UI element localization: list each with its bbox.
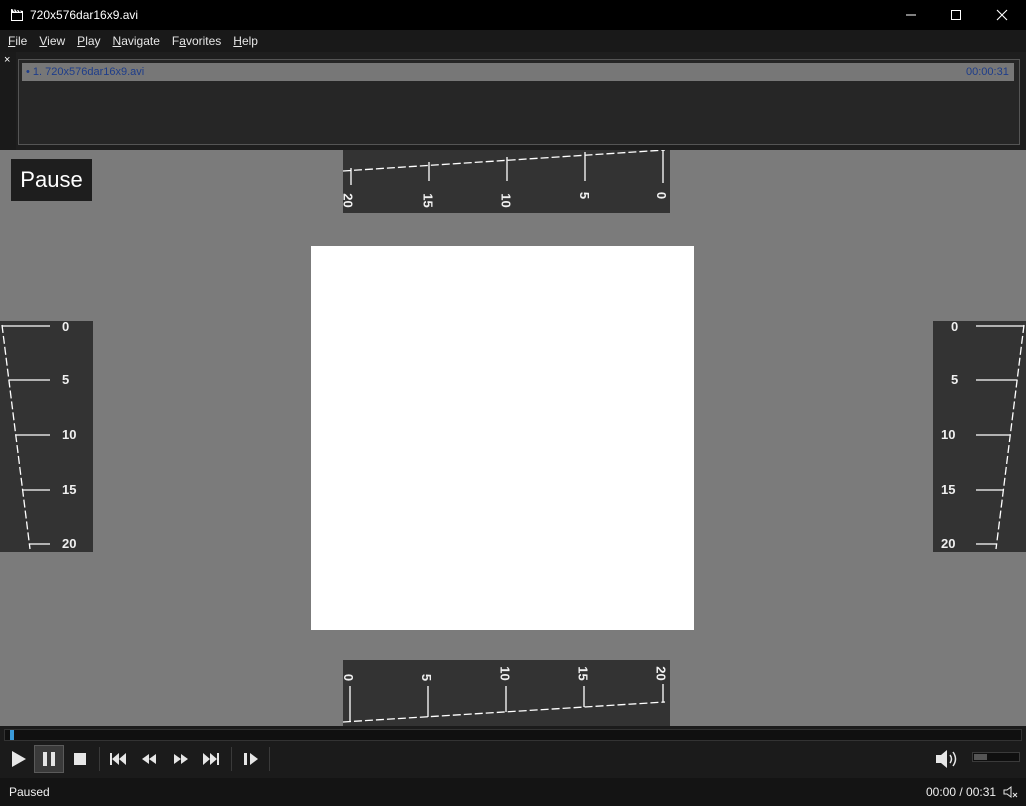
menu-bar: File View Play Navigate Favorites Help [0, 30, 1026, 52]
seek-track[interactable] [4, 729, 1022, 741]
playlist-close-button[interactable]: × [4, 55, 10, 66]
toolbar-separator [269, 747, 270, 771]
playlist-item-title: • 1. 720x576dar16x9.avi [26, 66, 145, 78]
ruler-top-label: 15 [420, 193, 436, 208]
ruler-left-label: 15 [62, 482, 77, 497]
time-display: 00:00 / 00:31 [926, 785, 997, 799]
ruler-right: 0 5 10 15 20 [933, 319, 1026, 552]
menu-file[interactable]: File [0, 30, 33, 52]
volume-icon [936, 750, 957, 768]
frame-step-icon [244, 753, 258, 765]
playlist-item[interactable] [22, 63, 1014, 81]
skip-previous-icon [110, 753, 126, 765]
playlist-dock-grip[interactable] [0, 52, 16, 150]
video-display[interactable]: Pause 20 15 10 5 0 0 5 10 15 20 0 5 10 1… [0, 150, 1026, 726]
ruler-left-label: 20 [62, 536, 77, 551]
ruler-top-label: 20 [340, 193, 356, 208]
ruler-bottom-label: 0 [341, 673, 357, 682]
fast-forward-icon [174, 754, 188, 764]
ruler-left-label: 10 [62, 427, 77, 442]
ruler-bottom: 0 5 10 15 20 [341, 660, 670, 726]
playlist-item-duration: 00:00:31 [966, 66, 1009, 78]
minimize-button[interactable] [888, 0, 934, 30]
volume-button[interactable] [932, 745, 962, 773]
status-bar [0, 778, 1026, 806]
pause-button[interactable] [34, 745, 64, 773]
volume-level [974, 754, 988, 760]
previous-button[interactable] [103, 745, 133, 773]
play-button[interactable] [3, 745, 33, 773]
ruler-left: 0 5 10 15 20 [0, 319, 93, 552]
ruler-left-label: 5 [62, 372, 70, 387]
mute-status-icon[interactable] [1002, 784, 1018, 800]
ruler-right-label: 15 [941, 482, 956, 497]
ruler-right-label: 20 [941, 536, 956, 551]
minimize-icon [906, 14, 916, 16]
close-icon [996, 9, 1008, 21]
ruler-right-label: 0 [951, 319, 959, 334]
close-window-button[interactable] [979, 0, 1025, 30]
fast-forward-button[interactable] [166, 745, 196, 773]
menu-help[interactable]: Help [227, 30, 264, 52]
window-title: 720x576dar16x9.avi [30, 8, 139, 22]
menu-play[interactable]: Play [71, 30, 106, 52]
ruler-bottom-label: 5 [419, 673, 435, 682]
stop-icon [74, 753, 86, 765]
frame-step-button[interactable] [236, 745, 266, 773]
ruler-top: 20 15 10 5 0 [340, 150, 670, 213]
menu-navigate[interactable]: Navigate [107, 30, 166, 52]
test-pattern-square [311, 246, 694, 630]
rewind-icon [142, 754, 156, 764]
title-bar [0, 0, 1026, 30]
ruler-top-label: 0 [654, 191, 670, 200]
osd-status: Pause [11, 159, 92, 201]
ruler-right-label: 10 [941, 427, 956, 442]
stop-button[interactable] [65, 745, 95, 773]
rewind-button[interactable] [134, 745, 164, 773]
pause-icon [43, 752, 55, 766]
menu-view[interactable]: View [33, 30, 71, 52]
seek-position-indicator[interactable] [10, 730, 14, 740]
play-icon [12, 751, 26, 767]
ruler-left-label: 0 [62, 319, 70, 334]
ruler-top-label: 5 [577, 191, 593, 200]
skip-next-icon [203, 753, 219, 765]
app-icon [11, 9, 23, 21]
menu-favorites[interactable]: Favorites [166, 30, 227, 52]
toolbar-separator [231, 747, 232, 771]
maximize-icon [951, 10, 961, 20]
ruler-top-label: 10 [498, 193, 514, 208]
ruler-right-label: 5 [951, 372, 959, 387]
maximize-button[interactable] [933, 0, 979, 30]
next-button[interactable] [196, 745, 226, 773]
toolbar-separator [99, 747, 100, 771]
ruler-bottom-label: 20 [653, 666, 669, 681]
ruler-bottom-label: 15 [575, 666, 591, 681]
playback-status: Paused [9, 785, 50, 799]
ruler-bottom-label: 10 [497, 666, 513, 681]
